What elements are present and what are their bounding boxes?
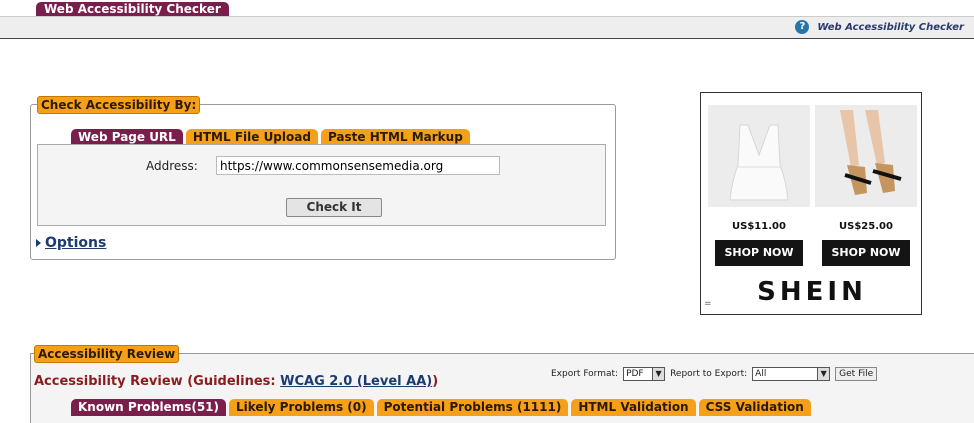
tab-known-problems[interactable]: Known Problems(51) xyxy=(71,399,227,416)
shop-now-button[interactable]: SHOP NOW xyxy=(715,240,803,266)
tab-css-validation[interactable]: CSS Validation xyxy=(698,399,811,416)
address-input[interactable] xyxy=(216,156,500,175)
tab-likely-problems[interactable]: Likely Problems (0) xyxy=(229,399,374,416)
header-bar: ? Web Accessibility Checker xyxy=(0,16,974,39)
report-value: All xyxy=(755,369,767,379)
check-legend: Check Accessibility By: xyxy=(37,96,201,114)
check-accessibility-panel: Check Accessibility By: Web Page URL HTM… xyxy=(30,96,616,260)
tab-web-page-url[interactable]: Web Page URL xyxy=(71,129,183,145)
help-link[interactable]: ? Web Accessibility Checker xyxy=(795,20,964,34)
accessibility-review-panel: Accessibility Review Accessibility Revie… xyxy=(30,345,974,423)
ad-choices-icon[interactable]: = xyxy=(704,299,712,309)
review-tabs: Known Problems(51) Likely Problems (0) P… xyxy=(71,399,811,416)
review-title-prefix: Accessibility Review (Guidelines: xyxy=(34,374,281,389)
app-title-tab: Web Accessibility Checker xyxy=(36,2,229,17)
top-garment-image[interactable] xyxy=(708,105,810,207)
tab-potential-problems[interactable]: Potential Problems (1111) xyxy=(376,399,569,416)
product-price: US$25.00 xyxy=(839,221,893,232)
expand-triangle-icon[interactable] xyxy=(36,239,41,247)
export-format-select[interactable]: PDF ▼ xyxy=(623,367,666,381)
url-input-area: Address: Check It xyxy=(37,144,606,226)
ad-product-top[interactable]: US$11.00 SHOP NOW xyxy=(708,105,810,266)
ad-product-sandals[interactable]: US$25.00 SHOP NOW xyxy=(815,105,917,266)
product-price: US$11.00 xyxy=(732,221,786,232)
review-title-suffix: ) xyxy=(432,374,439,389)
address-label: Address: xyxy=(146,159,198,173)
advertisement[interactable]: US$11.00 SHOP NOW US$25.00 SHOP NOW SHEI… xyxy=(700,92,922,315)
chevron-down-icon[interactable]: ▼ xyxy=(652,368,665,380)
options-toggle[interactable]: Options xyxy=(36,235,106,251)
tab-html-file-upload[interactable]: HTML File Upload xyxy=(185,129,318,145)
input-method-tabs: Web Page URL HTML File Upload Paste HTML… xyxy=(71,129,470,145)
tab-paste-html-markup[interactable]: Paste HTML Markup xyxy=(320,129,470,145)
help-label[interactable]: Web Accessibility Checker xyxy=(817,22,964,33)
report-label: Report to Export: xyxy=(670,369,748,379)
guideline-link[interactable]: WCAG 2.0 (Level AA) xyxy=(280,374,432,389)
review-legend: Accessibility Review xyxy=(34,345,180,363)
tab-html-validation[interactable]: HTML Validation xyxy=(571,399,696,416)
export-format-label: Export Format: xyxy=(551,369,619,379)
question-icon[interactable]: ? xyxy=(795,20,810,34)
review-title: Accessibility Review (Guidelines: WCAG 2… xyxy=(34,374,438,389)
export-format-value: PDF xyxy=(626,369,644,379)
shop-now-button[interactable]: SHOP NOW xyxy=(822,240,910,266)
brand-logo[interactable]: SHEIN xyxy=(701,277,923,307)
export-controls: Export Format: PDF ▼ Report to Export: A… xyxy=(551,367,878,381)
chevron-down-icon[interactable]: ▼ xyxy=(817,368,830,380)
report-select[interactable]: All ▼ xyxy=(752,367,831,381)
get-file-button[interactable]: Get File xyxy=(835,367,878,381)
options-link[interactable]: Options xyxy=(45,235,106,251)
check-it-button[interactable]: Check It xyxy=(286,198,382,217)
sandals-image[interactable] xyxy=(815,105,917,207)
